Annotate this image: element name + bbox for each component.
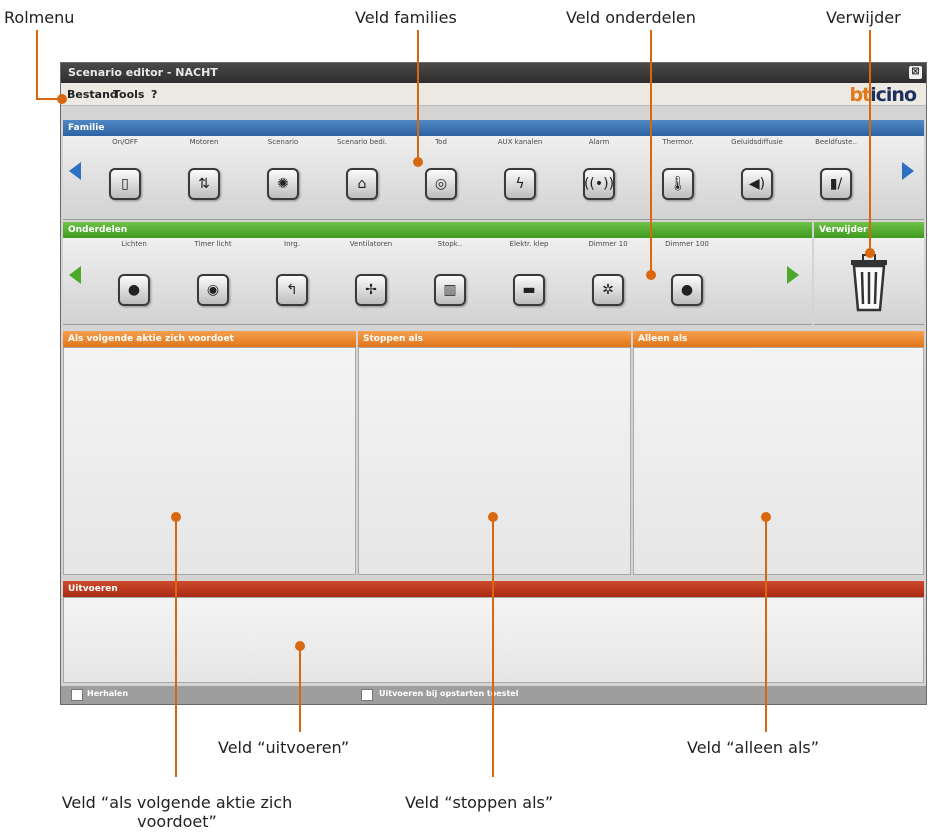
familie-scroll-right-icon[interactable] [902, 162, 914, 180]
familie-label-7: Thermor. [662, 138, 694, 146]
familie-header: Familie [63, 120, 924, 136]
callout-veld-alleen-als: Veld “alleen als” [687, 738, 820, 757]
callout-veld-onderdelen: Veld onderdelen [566, 8, 696, 27]
scenario-editor-window: Scenario editor - NACHT ⊠ Bestand Tools … [60, 62, 927, 705]
onderdelen-label-3: Ventilatoren [349, 240, 393, 248]
herhalen-label: Herhalen [87, 689, 129, 698]
speaker-icon[interactable]: ◀) [741, 168, 773, 200]
onderdelen-scroll-left-icon[interactable] [69, 266, 81, 284]
trash-bin-icon [851, 254, 887, 312]
valve-icon[interactable]: ▬ [513, 274, 545, 306]
callout-dot-alleen-als [761, 512, 771, 522]
callout-veld-uitvoeren: Veld “uitvoeren” [218, 738, 350, 757]
bulb-icon[interactable]: ● [118, 274, 150, 306]
familie-label-9: Beeldfuste.. [815, 138, 857, 146]
options-bar: Herhalen Uitvoeren bij opstarten toestel [61, 686, 926, 704]
onderdelen-scroll-right-icon[interactable] [787, 266, 799, 284]
title-bar: Scenario editor - NACHT ⊠ [61, 63, 926, 83]
logo-text: bticino [849, 84, 917, 106]
return-arrow-icon[interactable]: ↰ [276, 274, 308, 306]
callout-dot-families [413, 157, 423, 167]
als-volgende-field[interactable] [63, 347, 356, 575]
bticino-logo: bticino [849, 84, 917, 106]
close-icon[interactable]: ⊠ [909, 66, 922, 79]
alleen-als-field[interactable] [633, 347, 924, 575]
callout-verwijder: Verwijder [826, 8, 901, 27]
light-switch-icon[interactable]: ▯ [109, 168, 141, 200]
timer-light-icon[interactable]: ◉ [197, 274, 229, 306]
verwijder-header: Verwijder [814, 222, 924, 238]
onderdelen-label-5: Elektr. klep [509, 240, 549, 248]
familie-label-8: Geluidsdiffusie [731, 138, 783, 146]
onderdelen-strip: Lichten ● Timer licht ◉ Inrg. ↰ Ventilatoren ✢ S… [63, 238, 812, 325]
als-volgende-header: Als volgende aktie zich voordoet [63, 331, 356, 347]
onderdelen-label-1: Timer licht [194, 240, 232, 248]
menu-bestand[interactable]: Bestand [67, 88, 118, 101]
callout-dot-als-volgende [171, 512, 181, 522]
familie-label-5: AUX kanalen [497, 138, 543, 146]
onderdelen-label-2: Inrg. [284, 240, 300, 248]
familie-scroll-left-icon[interactable] [69, 162, 81, 180]
uitvoeren-opstarten-label: Uitvoeren bij opstarten toestel [379, 689, 519, 698]
callout-dot-stoppen-als [488, 512, 498, 522]
onderdelen-label-4: Stopk.. [437, 240, 463, 248]
stoppen-als-header: Stoppen als [358, 331, 631, 347]
dimmer-100-icon[interactable]: ● [671, 274, 703, 306]
menu-bar: Bestand Tools ? bticino [61, 83, 926, 106]
familie-label-4: Tod [435, 138, 447, 146]
stoppen-als-field[interactable] [358, 347, 631, 575]
house-control-icon[interactable]: ⌂ [346, 168, 378, 200]
dimmer-10-icon[interactable]: ✲ [592, 274, 624, 306]
onderdelen-label-7: Dimmer 100 [665, 240, 709, 248]
alleen-als-header: Alleen als [633, 331, 924, 347]
callout-veld-stoppen-als: Veld “stoppen als” [405, 793, 554, 812]
familie-label-0: On/OFF [112, 138, 138, 146]
familie-label-3: Scenario bedi. [336, 138, 388, 146]
familie-label-6: Alarm [588, 138, 610, 146]
callout-dot-verwijder [865, 248, 875, 258]
window-title: Scenario editor - NACHT [68, 66, 218, 79]
callout-veld-als-volgende: Veld “als volgende aktie zich voordoet” [61, 793, 293, 831]
familie-label-1: Motoren [189, 138, 219, 146]
fan-icon[interactable]: ✢ [355, 274, 387, 306]
intercom-icon[interactable]: ▮/ [820, 168, 852, 200]
callout-rolmenu: Rolmenu [4, 8, 75, 27]
familie-strip: On/OFF ▯ Motoren ⇅ Scenario ✺ Scenario bedi. ⌂ T… [63, 136, 924, 220]
callout-dot-uitvoeren [295, 641, 305, 651]
dimmer-dial-icon[interactable]: ◎ [425, 168, 457, 200]
onderdelen-label-6: Dimmer 10 [588, 240, 628, 248]
uitvoeren-header: Uitvoeren [63, 581, 924, 597]
uitvoeren-field[interactable] [63, 597, 924, 683]
familie-label-2: Scenario [267, 138, 299, 146]
socket-icon[interactable]: ▥ [434, 274, 466, 306]
alarm-signal-icon[interactable]: ((•)) [583, 168, 615, 200]
menu-help[interactable]: ? [151, 88, 157, 101]
scenario-icon[interactable]: ✺ [267, 168, 299, 200]
herhalen-checkbox[interactable] [71, 689, 83, 701]
uitvoeren-opstarten-checkbox[interactable] [361, 689, 373, 701]
menu-tools[interactable]: Tools [113, 88, 144, 101]
thermometer-icon[interactable]: 🌡 [662, 168, 694, 200]
callout-veld-families: Veld families [355, 8, 457, 27]
shutter-motor-icon[interactable]: ⇅ [188, 168, 220, 200]
lightning-icon[interactable]: ϟ [504, 168, 536, 200]
callout-dot-onderdelen [646, 270, 656, 280]
onderdelen-header: Onderdelen [63, 222, 812, 238]
callout-dot-rolmenu [57, 94, 67, 104]
onderdelen-label-0: Lichten [121, 240, 147, 248]
